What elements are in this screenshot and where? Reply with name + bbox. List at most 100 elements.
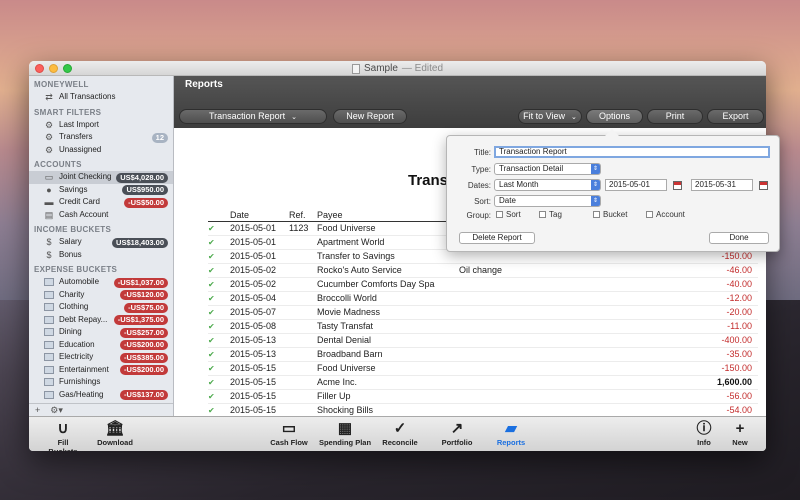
sidebar-item-dining[interactable]: Dining -US$257.00 bbox=[29, 326, 173, 339]
row-payee: Apartment World bbox=[317, 235, 459, 250]
money-jar-icon: $ bbox=[46, 249, 52, 260]
sidebar-item-debt-repayment[interactable]: Debt Repay... -US$1,375.00 bbox=[29, 314, 173, 327]
checkbox-box bbox=[646, 211, 653, 218]
fit-to-view-button[interactable]: Fit to View ⌄ bbox=[518, 109, 582, 124]
print-button[interactable]: Print bbox=[647, 109, 703, 124]
checkbox-box bbox=[539, 211, 546, 218]
row-date: 2015-05-13 bbox=[230, 333, 289, 348]
row-ref bbox=[289, 403, 317, 416]
cleared-check-icon: ✔ bbox=[208, 291, 230, 306]
group-account-checkbox[interactable]: Account bbox=[646, 210, 685, 219]
trend-chart-icon: ↗ bbox=[450, 420, 464, 437]
info-button[interactable]: ⓘ Info bbox=[690, 420, 718, 447]
row-date: 2015-05-15 bbox=[230, 361, 289, 376]
sidebar-item-automobile[interactable]: Automobile -US$1,037.00 bbox=[29, 276, 173, 289]
cleared-check-icon: ✔ bbox=[208, 375, 230, 390]
calendar-icon[interactable] bbox=[759, 181, 768, 190]
row-ref bbox=[289, 263, 317, 278]
sidebar-header-moneywell: MONEYWELL bbox=[34, 80, 89, 89]
export-button[interactable]: Export bbox=[707, 109, 764, 124]
cleared-check-icon: ✔ bbox=[208, 249, 230, 264]
sidebar-item-unassigned[interactable]: ⚙ Unassigned bbox=[29, 144, 173, 157]
calendar-icon[interactable] bbox=[673, 181, 682, 190]
cleared-check-icon: ✔ bbox=[208, 389, 230, 404]
done-button[interactable]: Done bbox=[709, 232, 769, 244]
sidebar-item-entertainment[interactable]: Entertainment -US$200.00 bbox=[29, 364, 173, 377]
balance-badge: -US$200.00 bbox=[119, 340, 168, 350]
table-row: ✔ 2015-05-13 Dental Denial -400.00 bbox=[208, 333, 758, 348]
add-button[interactable]: + bbox=[35, 405, 40, 415]
table-row: ✔ 2015-05-07 Movie Madness -20.00 bbox=[208, 305, 758, 320]
sort-select[interactable]: Date ⇕ bbox=[494, 195, 601, 207]
dates-select[interactable]: Last Month ⇕ bbox=[494, 179, 601, 191]
type-select[interactable]: Transaction Detail ⇕ bbox=[494, 163, 601, 175]
sidebar-item-cash-account[interactable]: ▤ Cash Account bbox=[29, 209, 173, 222]
row-payee: Food Universe bbox=[317, 361, 459, 376]
group-bucket-checkbox[interactable]: Bucket bbox=[593, 210, 627, 219]
sidebar-action-menu-button[interactable]: ⚙▾ bbox=[50, 405, 63, 415]
table-row: ✔ 2015-05-02 Rocko's Auto Service Oil chang… bbox=[208, 263, 758, 278]
row-amount: 1,600.00 bbox=[599, 375, 758, 390]
row-ref bbox=[289, 235, 317, 250]
row-date: 2015-05-02 bbox=[230, 263, 289, 278]
delete-report-button[interactable]: Delete Report bbox=[459, 232, 535, 244]
sidebar-item-bonus[interactable]: $ Bonus bbox=[29, 249, 173, 262]
zoom-window-button[interactable] bbox=[63, 64, 72, 73]
window-title: Sample bbox=[363, 63, 398, 74]
sidebar-item-transfers[interactable]: ⚙ Transfers 12 bbox=[29, 131, 173, 144]
status-column-header bbox=[208, 209, 230, 222]
report-options-popover: Title: Transaction Report Type: Transact… bbox=[446, 129, 780, 252]
row-amount: -35.00 bbox=[599, 347, 758, 362]
new-report-button[interactable]: New Report bbox=[333, 109, 407, 124]
sidebar-item-joint-checking[interactable]: ▭ Joint Checking US$4,028.00 bbox=[29, 171, 173, 184]
sidebar-bottom-bar: + ⚙▾ bbox=[29, 403, 173, 416]
date-from-field[interactable]: 2015-05-01 bbox=[605, 179, 667, 191]
group-sort-checkbox[interactable]: Sort bbox=[496, 210, 521, 219]
options-button[interactable]: Options bbox=[586, 109, 643, 124]
new-button[interactable]: + New bbox=[726, 420, 754, 447]
table-row: ✔ 2015-05-15 Food Universe -150.00 bbox=[208, 361, 758, 376]
title-bar: Sample — Edited bbox=[29, 61, 766, 76]
row-payee: Broccolli World bbox=[317, 291, 459, 306]
spending-plan-button[interactable]: ▦ Spending Plan bbox=[317, 420, 373, 447]
sidebar-item-credit-card[interactable]: ▬ Credit Card -US$50.00 bbox=[29, 196, 173, 209]
group-tag-checkbox[interactable]: Tag bbox=[539, 210, 562, 219]
sidebar-item-all-transactions[interactable]: ⇄ All Transactions bbox=[29, 91, 173, 104]
sidebar-item-education[interactable]: Education -US$200.00 bbox=[29, 339, 173, 352]
row-memo bbox=[459, 347, 599, 362]
sidebar: MONEYWELL ⇄ All Transactions SMART FILTE… bbox=[29, 76, 174, 416]
row-date: 2015-05-02 bbox=[230, 277, 289, 292]
spreadsheet-icon: ▦ bbox=[337, 420, 353, 437]
balance-badge: -US$1,375.00 bbox=[113, 315, 168, 325]
date-to-field[interactable]: 2015-05-31 bbox=[691, 179, 753, 191]
sidebar-item-label: Automobile bbox=[59, 277, 100, 286]
sidebar-item-gas-heating[interactable]: Gas/Heating -US$137.00 bbox=[29, 389, 173, 402]
sidebar-item-clothing[interactable]: Clothing -US$75.00 bbox=[29, 301, 173, 314]
table-row: ✔ 2015-05-02 Cucumber Comforts Day Spa -40.… bbox=[208, 277, 758, 292]
fit-to-view-label: Fit to View bbox=[523, 111, 565, 121]
sidebar-item-last-import[interactable]: ⚙ Last Import bbox=[29, 119, 173, 132]
sidebar-item-savings[interactable]: ● Savings US$950.00 bbox=[29, 184, 173, 197]
row-payee: Filler Up bbox=[317, 389, 459, 404]
cash-flow-button[interactable]: ▭ Cash Flow bbox=[269, 420, 309, 447]
report-title-field[interactable]: Transaction Report bbox=[494, 146, 770, 158]
minimize-window-button[interactable] bbox=[49, 64, 58, 73]
row-ref bbox=[289, 305, 317, 320]
close-window-button[interactable] bbox=[35, 64, 44, 73]
sidebar-item-electricity[interactable]: Electricity -US$385.00 bbox=[29, 351, 173, 364]
row-memo bbox=[459, 333, 599, 348]
type-select-value: Transaction Detail bbox=[499, 164, 564, 173]
table-row: ✔ 2015-05-08 Tasty Transfat -11.00 bbox=[208, 319, 758, 334]
sidebar-item-furnishings[interactable]: Furnishings bbox=[29, 376, 173, 389]
report-select[interactable]: Transaction Report ⌄ bbox=[179, 109, 327, 124]
portfolio-button[interactable]: ↗ Portfolio bbox=[437, 420, 477, 447]
fill-buckets-button[interactable]: ∪ Fill Buckets bbox=[42, 420, 84, 451]
sidebar-item-charity[interactable]: Charity -US$120.00 bbox=[29, 289, 173, 302]
download-button[interactable]: 🏛 Download bbox=[95, 420, 135, 447]
bucket-icon bbox=[44, 303, 54, 312]
reconcile-button[interactable]: ✓ Reconcile bbox=[380, 420, 420, 447]
sidebar-header-smart-filters: SMART FILTERS bbox=[34, 107, 102, 117]
reports-button[interactable]: ▰ Reports bbox=[491, 420, 531, 447]
sidebar-item-salary[interactable]: $ Salary US$18,403.00 bbox=[29, 236, 173, 249]
table-row: ✔ 2015-05-15 Filler Up -56.00 bbox=[208, 389, 758, 404]
